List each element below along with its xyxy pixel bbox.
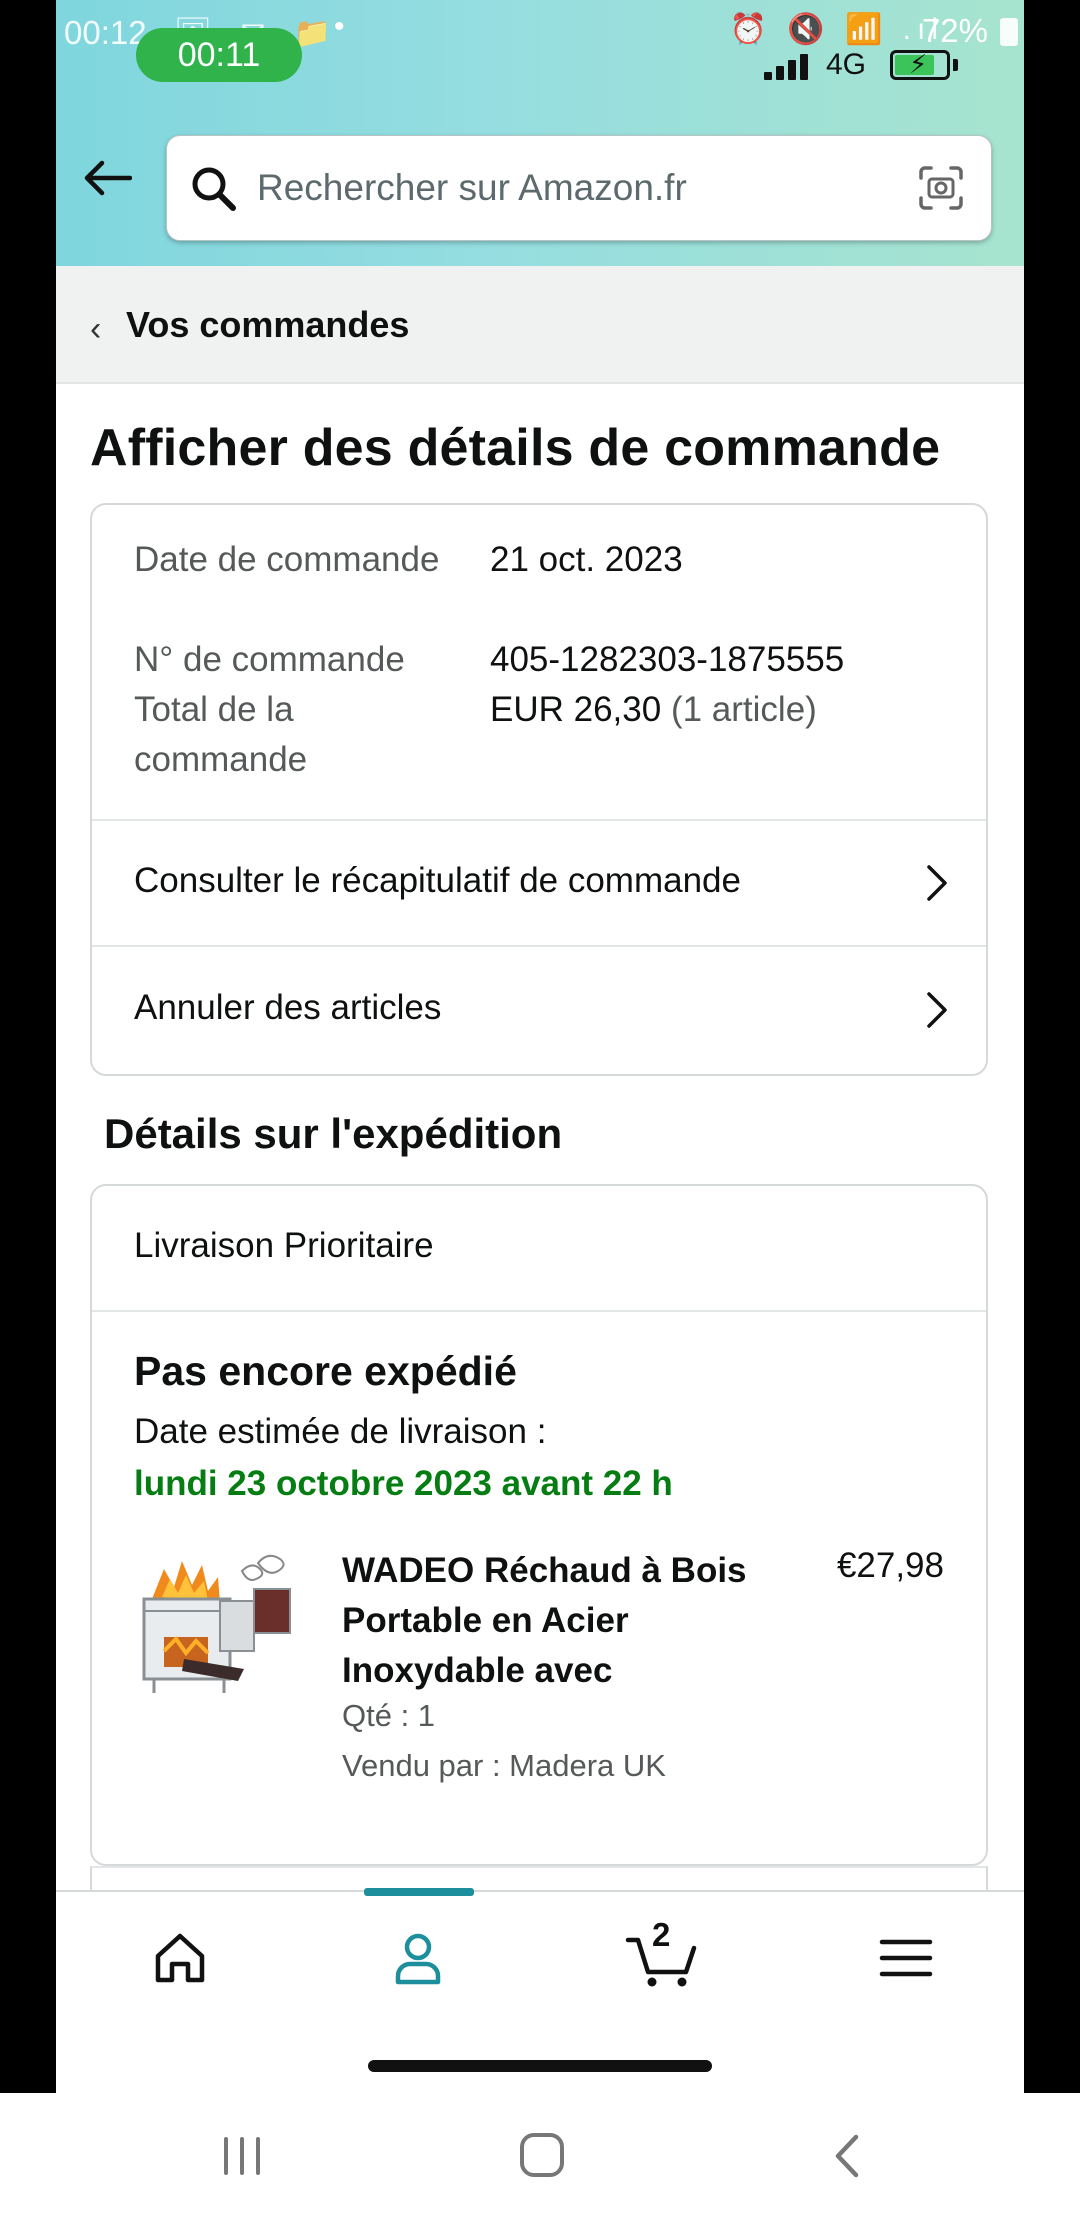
cancel-items-label: Annuler des articles: [134, 988, 442, 1027]
back-button[interactable]: [818, 2131, 878, 2181]
app-screen: 00:12 🖼 ✉ 📁 • ⏰ 🔇 📶 .ıl 72% 00:11 4G ⚡: [56, 0, 1024, 2093]
chevron-left-icon: ‹: [90, 310, 102, 348]
search-input[interactable]: [257, 158, 877, 218]
delivery-estimate-label: Date estimée de livraison :: [134, 1412, 547, 1451]
android-navigation-bar: [0, 2093, 1080, 2220]
shipping-method-label: Livraison Prioritaire: [134, 1226, 434, 1265]
order-summary-card: Date de commande 21 oct. 2023 N° de comm…: [90, 503, 988, 1076]
hamburger-menu-icon: [879, 1939, 933, 1977]
product-seller: Vendu par : Madera UK: [342, 1748, 666, 1783]
order-total-value: EUR 26,30 (1 article): [490, 685, 817, 735]
header-bar: 00:12 🖼 ✉ 📁 • ⏰ 🔇 📶 .ıl 72% 00:11 4G ⚡: [56, 0, 1024, 266]
call-timer: 00:11: [177, 36, 261, 74]
status-time: 00:12: [64, 14, 147, 51]
product-quantity: Qté : 1: [342, 1698, 436, 1733]
signal-icon: [764, 54, 808, 80]
chevron-right-icon: [924, 863, 950, 903]
page-title: Afficher des détails de commande: [90, 419, 941, 477]
shipment-section-title: Détails sur l'expédition: [104, 1110, 563, 1157]
more-notifications-dot: •: [334, 10, 345, 43]
shipment-card: Livraison Prioritaire Pas encore expédié…: [90, 1184, 988, 1866]
person-icon: [395, 1933, 441, 1985]
back-arrow-icon[interactable]: [82, 160, 133, 196]
cancel-items-link[interactable]: Annuler des articles: [92, 948, 986, 1074]
nav-account[interactable]: [386, 1926, 450, 1990]
view-order-summary-link[interactable]: Consulter le récapitulatif de commande: [92, 821, 986, 947]
gesture-home-indicator: [368, 2060, 712, 2072]
order-date-label: Date de commande: [134, 540, 440, 579]
order-total-label: Total de la commande: [134, 690, 308, 779]
bottom-navigation: 2: [56, 1888, 1024, 2093]
order-date-value: 21 oct. 2023: [490, 540, 683, 579]
breadcrumb-orders-link[interactable]: Vos commandes: [126, 304, 409, 346]
view-order-summary-label: Consulter le récapitulatif de commande: [134, 861, 741, 900]
shipment-status: Pas encore expédié: [134, 1348, 517, 1394]
nav-menu[interactable]: [874, 1926, 938, 1990]
battery-small-icon: [1000, 18, 1018, 46]
battery-tip: [953, 59, 958, 71]
system-status-icons: ⏰ 🔇 📶 .ıl: [729, 13, 944, 46]
shipping-method: Livraison Prioritaire: [92, 1186, 986, 1312]
cart-count-badge: 2: [652, 1916, 671, 1953]
product-price: €27,98: [836, 1546, 944, 1585]
battery-icon: ⚡: [890, 49, 950, 80]
recent-apps-button[interactable]: [212, 2131, 272, 2181]
search-box[interactable]: [166, 135, 992, 241]
breadcrumb[interactable]: ‹ Vos commandes: [56, 266, 1024, 384]
chevron-right-icon: [924, 990, 950, 1030]
home-icon: [155, 1933, 205, 1983]
nav-home[interactable]: [148, 1926, 212, 1990]
order-total-amount: EUR 26,30: [490, 690, 662, 729]
order-number-label: N° de commande: [134, 640, 405, 679]
ongoing-call-pill[interactable]: 00:11: [136, 28, 302, 82]
battery-percent: 72%: [921, 12, 988, 49]
order-number-value: 405-1282303-1875555: [490, 640, 845, 679]
nav-cart[interactable]: 2: [624, 1916, 704, 1990]
network-type: 4G: [826, 48, 867, 81]
search-icon: [189, 164, 239, 214]
camera-search-icon[interactable]: [917, 164, 965, 212]
home-button[interactable]: [512, 2131, 572, 2181]
product-title-link[interactable]: WADEO Réchaud à Bois Portable en Acier I…: [342, 1546, 762, 1696]
product-image[interactable]: [134, 1541, 300, 1707]
active-tab-indicator: [364, 1888, 474, 1896]
delivery-estimate-date: lundi 23 octobre 2023 avant 22 h: [134, 1464, 673, 1503]
order-item-count: (1 article): [670, 690, 817, 729]
order-info: Date de commande 21 oct. 2023 N° de comm…: [92, 505, 986, 821]
